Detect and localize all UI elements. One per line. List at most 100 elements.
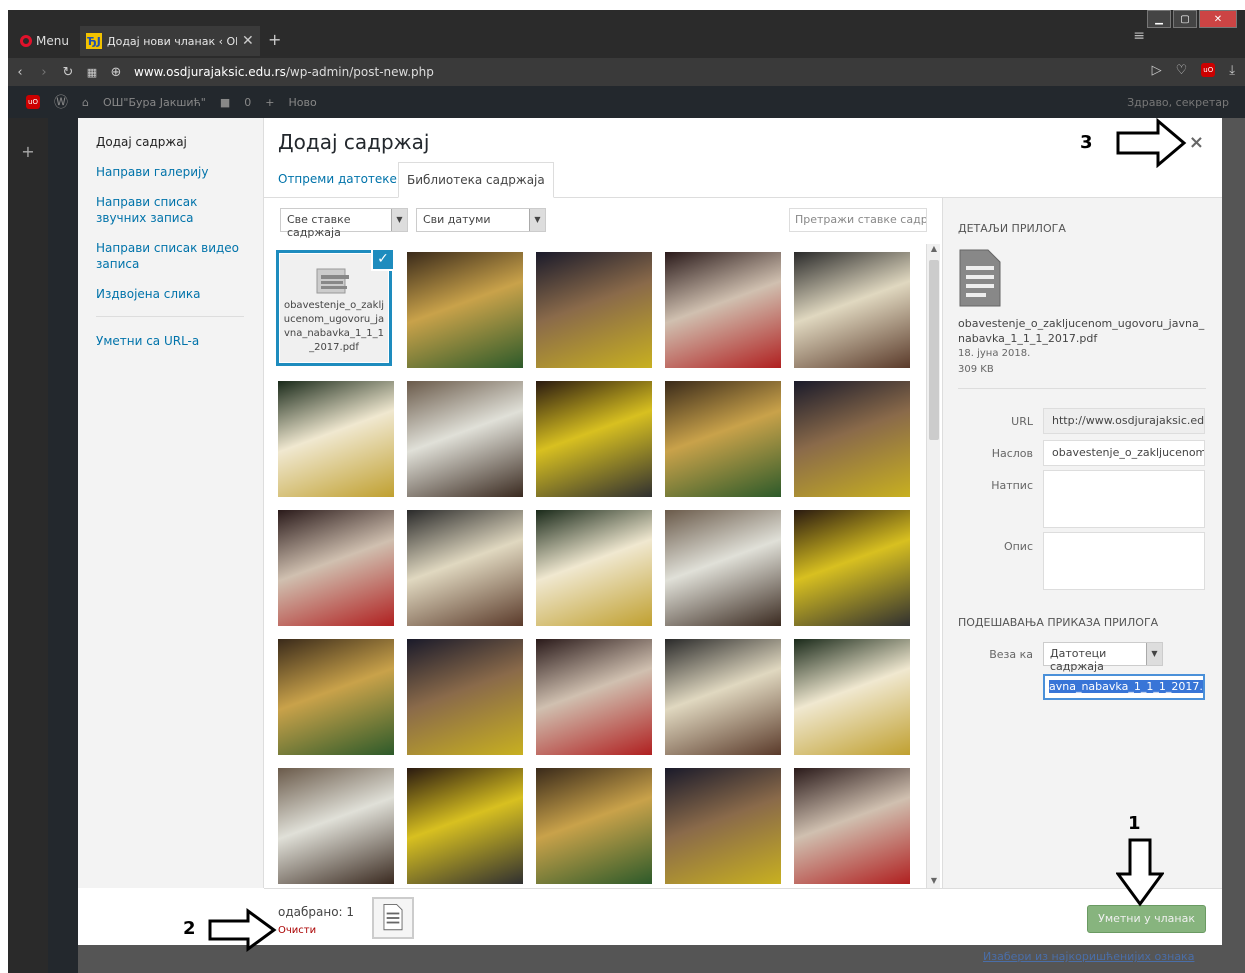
tab-title: Додај нови чланак ‹ ОШ" <box>107 34 237 48</box>
attachment-thumbnail[interactable] <box>278 510 394 626</box>
maximize-button[interactable]: ▢ <box>1173 10 1197 28</box>
site-name[interactable]: ОШ"Бура Јакшић" <box>103 96 206 109</box>
wp-admin-menu <box>48 118 78 973</box>
link-url-input[interactable]: avna_nabavka_1_1_1_2017.pdf <box>1043 674 1205 700</box>
sidebar-add-icon[interactable]: + <box>8 142 48 161</box>
speed-dial-icon[interactable]: ▦ <box>80 66 104 79</box>
home-icon[interactable]: ⌂ <box>82 96 89 109</box>
attachment-thumbnail[interactable] <box>794 510 910 626</box>
browser-tab[interactable]: ЂЈ Додај нови чланак ‹ ОШ" ✕ <box>80 26 260 56</box>
annotation-3: 3 <box>1080 132 1093 153</box>
attachment-thumbnail[interactable] <box>794 768 910 884</box>
attachment-thumbnail[interactable] <box>665 381 781 497</box>
menu-create-video-playlist[interactable]: Направи списак видео записа <box>96 240 246 272</box>
back-icon[interactable]: ‹ <box>8 65 32 80</box>
attachment-thumbnail[interactable] <box>407 510 523 626</box>
attachment-thumbnail[interactable] <box>665 768 781 884</box>
tab-upload-files[interactable]: Отпреми датотеке <box>270 162 405 198</box>
greeting[interactable]: Здраво, секретар <box>1127 96 1229 109</box>
address-bar: ‹ › ↻ ▦ ⊕ www.osdjurajaksic.edu.rs/wp-ad… <box>8 58 1245 86</box>
attachment-thumbnail[interactable] <box>665 510 781 626</box>
attachment-thumbnail[interactable] <box>536 252 652 368</box>
description-textarea[interactable] <box>1043 532 1205 590</box>
forward-icon[interactable]: › <box>32 65 56 80</box>
title-field[interactable]: obavestenje_o_zakljucenom_u <box>1043 440 1205 466</box>
attachment-thumbnail[interactable] <box>794 252 910 368</box>
opera-menu-button[interactable]: Menu <box>20 34 69 48</box>
attachment-thumbnail[interactable] <box>278 381 394 497</box>
attachment-thumbnail[interactable] <box>278 768 394 884</box>
reload-icon[interactable]: ↻ <box>56 65 80 80</box>
send-icon[interactable]: ▷ <box>1152 63 1162 78</box>
arrow-right-icon <box>1116 118 1187 168</box>
url-label: URL <box>1011 415 1033 428</box>
arrow-right-icon <box>208 908 277 952</box>
chevron-down-icon: ▼ <box>529 209 545 231</box>
download-icon[interactable]: ⤓ <box>1229 63 1235 78</box>
description-label: Опис <box>1003 540 1033 553</box>
check-icon[interactable]: ✓ <box>371 250 395 271</box>
attachment-thumbnail[interactable] <box>665 252 781 368</box>
chevron-down-icon: ▼ <box>391 209 407 231</box>
attachment-thumbnail[interactable] <box>536 639 652 755</box>
link-to-select[interactable]: Датотеци садржаја ▼ <box>1043 642 1163 673</box>
attachment-thumbnail[interactable] <box>665 639 781 755</box>
new-plus-icon[interactable]: + <box>265 96 274 109</box>
link-to-value: Датотеци садржаја <box>1050 647 1107 673</box>
filter-date-select[interactable]: Сви датуми ▼ <box>416 208 546 232</box>
attachment-thumbnail[interactable] <box>536 510 652 626</box>
tab-menu-icon[interactable]: ≡ <box>1133 28 1145 44</box>
close-window-button[interactable]: ✕ <box>1199 10 1237 28</box>
attachment-thumbnail[interactable] <box>794 639 910 755</box>
tab-media-library[interactable]: Библиотека садржаја <box>398 162 554 198</box>
menu-insert-from-url[interactable]: Уметни са URL-а <box>96 333 263 349</box>
menu-featured-image[interactable]: Издвојена слика <box>96 286 263 302</box>
clear-selection-link[interactable]: Очисти <box>278 925 316 936</box>
url-path: /wp-admin/post-new.php <box>285 65 434 79</box>
annotation-1: 1 <box>1128 813 1141 834</box>
scroll-down-icon[interactable]: ▼ <box>927 876 941 888</box>
attachment-thumbnail[interactable] <box>407 639 523 755</box>
filter-date-value: Сви датуми <box>423 213 491 226</box>
menu-create-gallery[interactable]: Направи галерију <box>96 164 263 180</box>
comments-icon[interactable]: ■ <box>220 96 230 109</box>
filter-type-select[interactable]: Све ставке садржаја ▼ <box>280 208 408 239</box>
attachments-grid: obavestenje_o_zakljucenom_ugovoru_javna_… <box>276 250 926 888</box>
caption-textarea[interactable] <box>1043 470 1205 528</box>
selection-thumbnail[interactable] <box>372 897 414 939</box>
heart-icon[interactable]: ♡ <box>1176 63 1188 78</box>
opera-logo-icon <box>20 35 32 47</box>
close-icon[interactable]: × <box>1189 132 1204 153</box>
comments-count: 0 <box>244 95 252 109</box>
url-field[interactable]: www.osdjurajaksic.edu.rs/wp-admin/post-n… <box>134 65 434 79</box>
grid-scrollbar[interactable]: ▲ ▼ <box>926 244 940 888</box>
new-tab-button[interactable]: + <box>268 30 281 49</box>
attachment-thumbnail[interactable] <box>536 381 652 497</box>
search-input[interactable]: Претражи ставке садрж <box>789 208 927 232</box>
attachment-thumbnail[interactable] <box>407 768 523 884</box>
tab-close-icon[interactable]: ✕ <box>242 33 260 49</box>
scroll-thumb[interactable] <box>929 260 939 440</box>
menu-create-audio-playlist[interactable]: Направи списак звучних записа <box>96 194 246 226</box>
attachment-thumbnail[interactable] <box>407 381 523 497</box>
scroll-up-icon[interactable]: ▲ <box>927 244 941 256</box>
details-separator <box>958 388 1206 389</box>
attachment-thumbnail[interactable] <box>536 768 652 884</box>
attachment-thumbnail[interactable] <box>278 639 394 755</box>
attachment-thumbnail[interactable] <box>794 381 910 497</box>
chevron-down-icon: ▼ <box>1146 643 1162 665</box>
url-field[interactable]: http://www.osdjurajaksic.edu. <box>1043 408 1205 434</box>
new-label[interactable]: Ново <box>288 96 316 109</box>
link-to-label: Веза ка <box>989 648 1033 661</box>
menu-add-media[interactable]: Додај садржај <box>96 134 263 150</box>
attachment-thumbnail[interactable] <box>407 252 523 368</box>
attachment-selected-doc[interactable]: obavestenje_o_zakljucenom_ugovoru_javna_… <box>276 250 395 366</box>
ublock-side-icon[interactable]: uO <box>26 95 40 109</box>
insert-into-post-button[interactable]: Уметни у чланак <box>1087 905 1206 933</box>
wp-admin-bar: uO Ⓦ ⌂ ОШ"Бура Јакшић" ■ 0 + Ново Здраво… <box>8 86 1245 118</box>
media-bottom-toolbar: одабрано: 1 Очисти Уметни у чланак <box>264 888 1222 945</box>
ublock-icon[interactable]: uO <box>1201 63 1216 77</box>
wordpress-logo-icon[interactable]: Ⓦ <box>54 92 68 112</box>
file-document-icon <box>959 249 1001 307</box>
minimize-button[interactable]: ▁ <box>1147 10 1171 28</box>
